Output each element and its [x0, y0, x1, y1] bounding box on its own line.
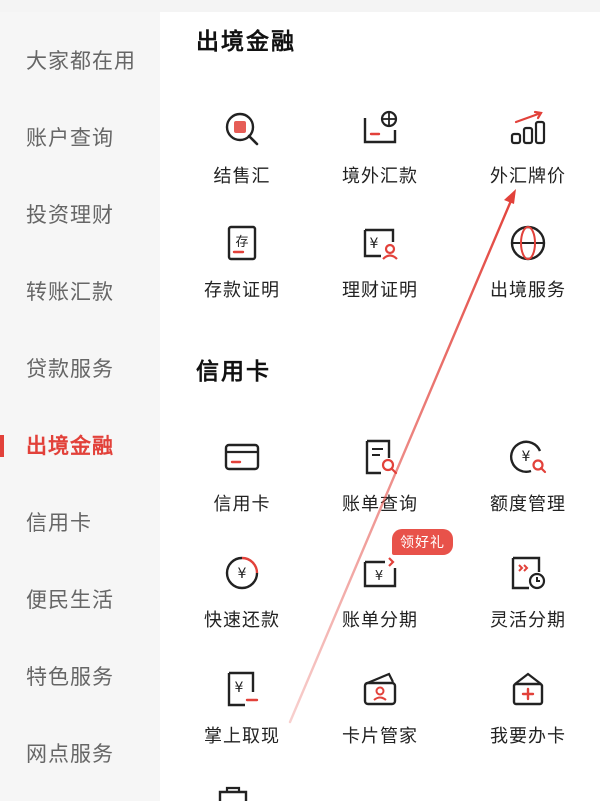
sidebar-item-label: 投资理财 [26, 203, 114, 227]
sidebar-item-label: 便民生活 [26, 588, 114, 612]
service-label: 出境服务 [490, 280, 566, 301]
service-bill-installment[interactable]: ¥ 账单分期 [306, 552, 454, 662]
sidebar-item-featured[interactable]: 特色服务 [0, 646, 160, 706]
service-label: 我要办卡 [490, 726, 566, 747]
service-flexible-installment[interactable]: 灵活分期 [454, 552, 600, 662]
service-label: 境外汇款 [342, 166, 418, 187]
sidebar-item-label: 出境金融 [26, 434, 114, 458]
sidebar-item-label: 信用卡 [26, 511, 92, 535]
sidebar-item-popular[interactable]: 大家都在用 [0, 30, 160, 90]
globe-icon [510, 225, 546, 261]
deposit-certificate-icon: 存 [227, 225, 257, 261]
service-panel: 出境金融 结售汇 境外汇款 外汇牌价 存 存款证明 ¥ 理财证明 出境服务 信用… [160, 12, 600, 801]
bill-installment-icon: ¥ [363, 557, 397, 588]
svg-text:¥: ¥ [522, 449, 531, 465]
sidebar-item-label: 贷款服务 [26, 357, 114, 381]
service-label: 理财证明 [342, 280, 418, 301]
service-deposit-certificate[interactable]: 存 存款证明 [168, 222, 316, 332]
service-label: 卡片管家 [342, 726, 418, 747]
service-outbound-services[interactable]: 出境服务 [454, 222, 600, 332]
bill-search-icon [365, 439, 398, 475]
globe-transfer-icon [363, 110, 398, 144]
sidebar-item-convenience[interactable]: 便民生活 [0, 569, 160, 629]
service-quick-repay[interactable]: ¥ 快速还款 [168, 552, 316, 662]
exchange-search-icon [225, 112, 259, 146]
service-label: 信用卡 [213, 494, 271, 515]
apply-card-icon [512, 672, 544, 706]
sidebar-item-label: 账户查询 [26, 126, 114, 150]
service-cash-withdraw[interactable]: ¥ 掌上取现 [168, 668, 316, 778]
svg-text:¥: ¥ [238, 566, 247, 582]
service-card-butler[interactable]: 卡片管家 [306, 668, 454, 778]
sidebar-item-loan[interactable]: 贷款服务 [0, 338, 160, 398]
gift-badge[interactable]: 领好礼 [392, 529, 453, 555]
service-limit-management[interactable]: ¥ 额度管理 [454, 436, 600, 546]
sidebar-item-label: 特色服务 [26, 665, 114, 689]
service-label: 账单分期 [342, 610, 418, 631]
svg-text:¥: ¥ [375, 569, 383, 584]
svg-text:¥: ¥ [370, 236, 379, 252]
sidebar-item-account-query[interactable]: 账户查询 [0, 107, 160, 167]
sidebar-item-label: 大家都在用 [26, 49, 136, 73]
wealth-certificate-icon: ¥ [363, 228, 398, 260]
service-label: 外汇牌价 [490, 166, 566, 187]
card-wallet-icon [363, 672, 397, 706]
section-title-outbound: 出境金融 [196, 29, 296, 55]
credit-card-icon [224, 443, 260, 471]
flexible-installment-icon [511, 556, 546, 590]
service-label: 存款证明 [204, 280, 280, 301]
service-label: 掌上取现 [204, 726, 280, 747]
bar-chart-trend-icon [510, 110, 546, 145]
partial-service-icon [218, 786, 248, 801]
sidebar-item-outbound-finance[interactable]: 出境金融 [0, 415, 160, 475]
svg-text:¥: ¥ [235, 680, 244, 696]
service-credit-card[interactable]: 信用卡 [168, 436, 316, 546]
category-sidebar: 大家都在用 账户查询 投资理财 转账汇款 贷款服务 出境金融 信用卡 便民生活 … [0, 12, 160, 801]
service-label: 结售汇 [213, 166, 271, 187]
service-wealth-certificate[interactable]: ¥ 理财证明 [306, 222, 454, 332]
service-label: 快速还款 [204, 610, 280, 631]
service-apply-card[interactable]: 我要办卡 [454, 668, 600, 778]
service-label: 账单查询 [342, 494, 418, 515]
cash-withdraw-icon: ¥ [227, 671, 259, 707]
service-fx-settlement[interactable]: 结售汇 [168, 108, 316, 218]
section-title-credit-card: 信用卡 [196, 359, 271, 385]
service-label: 灵活分期 [490, 610, 566, 631]
sidebar-item-investment[interactable]: 投资理财 [0, 184, 160, 244]
sidebar-item-transfer[interactable]: 转账汇款 [0, 261, 160, 321]
sidebar-item-label: 转账汇款 [26, 280, 114, 304]
status-bar [0, 0, 600, 12]
service-fx-rates[interactable]: 外汇牌价 [454, 108, 600, 218]
sidebar-item-branch[interactable]: 网点服务 [0, 723, 160, 783]
yuan-circle-icon: ¥ [225, 556, 259, 590]
sidebar-item-credit-card[interactable]: 信用卡 [0, 492, 160, 552]
service-label: 额度管理 [490, 494, 566, 515]
sidebar-item-label: 网点服务 [26, 742, 114, 766]
service-overseas-remittance[interactable]: 境外汇款 [306, 108, 454, 218]
svg-text:存: 存 [235, 235, 248, 250]
limit-search-icon: ¥ [509, 440, 547, 474]
